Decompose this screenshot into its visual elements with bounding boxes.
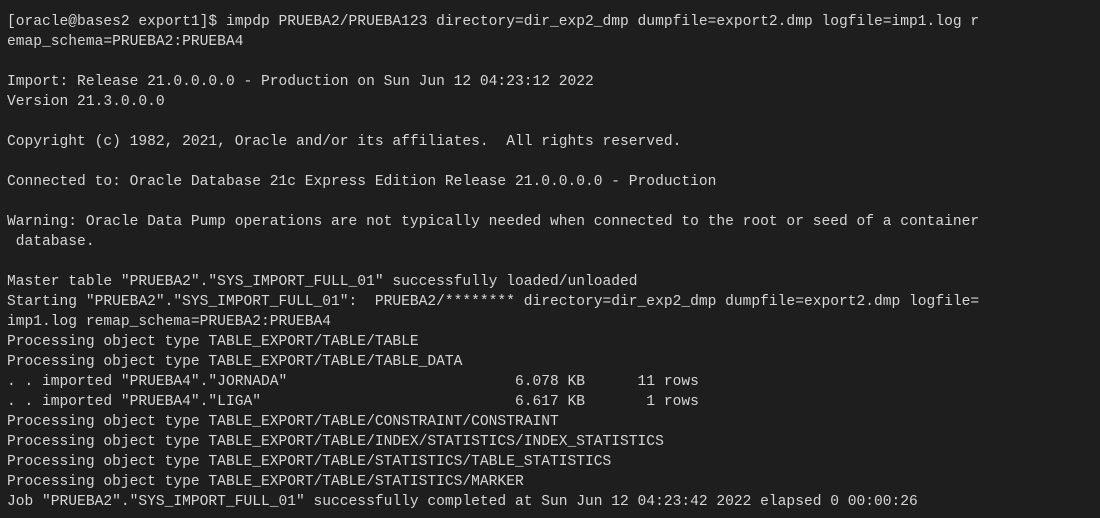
processing-line: Processing object type TABLE_EXPORT/TABL… (7, 474, 524, 490)
processing-line: Processing object type TABLE_EXPORT/TABL… (7, 414, 559, 430)
processing-line: Processing object type TABLE_EXPORT/TABL… (7, 354, 463, 370)
copyright-line: Copyright (c) 1982, 2021, Oracle and/or … (7, 134, 682, 150)
terminal-window[interactable]: [oracle@bases2 export1]$ impdp PRUEBA2/P… (0, 0, 1100, 518)
processing-line: Processing object type TABLE_EXPORT/TABL… (7, 434, 664, 450)
imported-table-line: . . imported "PRUEBA4"."JORNADA" 6.078 K… (7, 374, 699, 390)
processing-line: Processing object type TABLE_EXPORT/TABL… (7, 334, 419, 350)
starting-job-line: Starting "PRUEBA2"."SYS_IMPORT_FULL_01":… (7, 294, 980, 310)
imported-table-line: . . imported "PRUEBA4"."LIGA" 6.617 KB 1… (7, 394, 699, 410)
master-table-line: Master table "PRUEBA2"."SYS_IMPORT_FULL_… (7, 274, 638, 290)
import-release-line: Import: Release 21.0.0.0.0 - Production … (7, 74, 594, 90)
warning-line: Warning: Oracle Data Pump operations are… (7, 214, 980, 230)
warning-continuation-line: database. (7, 234, 95, 250)
version-line: Version 21.3.0.0.0 (7, 94, 165, 110)
starting-job-continuation-line: imp1.log remap_schema=PRUEBA2:PRUEBA4 (7, 314, 332, 330)
job-completed-line: Job "PRUEBA2"."SYS_IMPORT_FULL_01" succe… (7, 494, 918, 510)
command-prompt-line: [oracle@bases2 export1]$ impdp PRUEBA2/P… (7, 14, 980, 30)
command-continuation-line: emap_schema=PRUEBA2:PRUEBA4 (7, 34, 244, 50)
connected-line: Connected to: Oracle Database 21c Expres… (7, 174, 717, 190)
processing-line: Processing object type TABLE_EXPORT/TABL… (7, 454, 612, 470)
